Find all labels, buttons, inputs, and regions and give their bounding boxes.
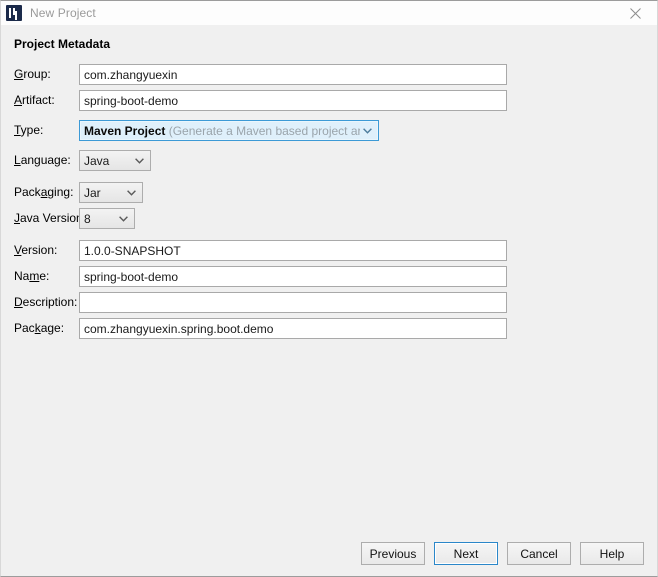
name-input[interactable] [79,266,507,287]
dialog-button-bar: Previous Next Cancel Help [361,542,644,565]
form-row-artifact: Artifact: [14,90,657,112]
form-row-name: Name: [14,266,657,288]
new-project-dialog: New Project Project Metadata Group: Arti… [0,0,658,577]
artifact-label-mnemonic: A [14,93,23,107]
java-version-label: Java Version: [14,211,87,225]
description-label: Description: [14,295,78,309]
type-select-value-main: Maven Project [84,123,166,138]
chevron-down-icon [132,157,146,164]
close-icon [629,7,641,19]
chevron-down-icon [116,215,130,222]
type-select[interactable]: Maven Project (Generate a Maven based pr… [79,120,379,141]
next-button[interactable]: Next [434,542,498,565]
form-row-language: Language: Java [14,150,657,172]
project-metadata-form: Group: Artifact: Type: Maven Project (Ge… [14,60,657,340]
dialog-content: Project Metadata Group: Artifact: Type: … [1,25,657,576]
type-select-value: Maven Project (Generate a Maven based pr… [84,124,360,138]
packaging-select[interactable]: Jar [79,182,143,203]
section-title: Project Metadata [14,37,111,51]
form-row-type: Type: Maven Project (Generate a Maven ba… [14,120,657,142]
type-select-value-sub: (Generate a Maven based project archive) [168,123,360,138]
form-row-group: Group: [14,64,657,86]
help-button[interactable]: Help [580,542,644,565]
form-row-version: Version: [14,240,657,262]
packaging-select-value: Jar [84,185,101,200]
name-label-mnemonic: m [29,269,40,283]
chevron-down-icon [360,127,374,134]
window-title: New Project [30,6,96,20]
language-select[interactable]: Java [79,150,151,171]
artifact-label: Artifact: [14,93,55,107]
package-input[interactable] [79,318,507,339]
group-input[interactable] [79,64,507,85]
description-label-mnemonic: D [14,295,23,309]
type-label: Type: [14,123,44,137]
cancel-button[interactable]: Cancel [507,542,571,565]
title-bar: New Project [1,1,657,25]
version-label: Version: [14,243,58,257]
package-label: Package: [14,321,65,335]
group-label-mnemonic: G [14,67,24,81]
description-input[interactable] [79,292,507,313]
close-button[interactable] [613,1,657,25]
java-version-select-value: 8 [84,211,91,226]
language-label: Language: [14,153,71,167]
group-label: Group: [14,67,51,81]
name-label: Name: [14,269,50,283]
form-row-package: Package: [14,318,657,340]
form-row-packaging: Packaging: Jar [14,182,657,204]
previous-button[interactable]: Previous [361,542,425,565]
artifact-input[interactable] [79,90,507,111]
intellij-idea-icon [6,5,22,21]
form-row-description: Description: [14,292,657,314]
java-version-select[interactable]: 8 [79,208,135,229]
language-label-mnemonic: L [14,153,21,167]
type-label-mnemonic: T [14,123,21,137]
version-input[interactable] [79,240,507,261]
chevron-down-icon [124,189,138,196]
packaging-label: Packaging: [14,185,74,199]
form-row-java-version: Java Version: 8 [14,208,657,230]
language-select-value: Java [84,153,110,168]
